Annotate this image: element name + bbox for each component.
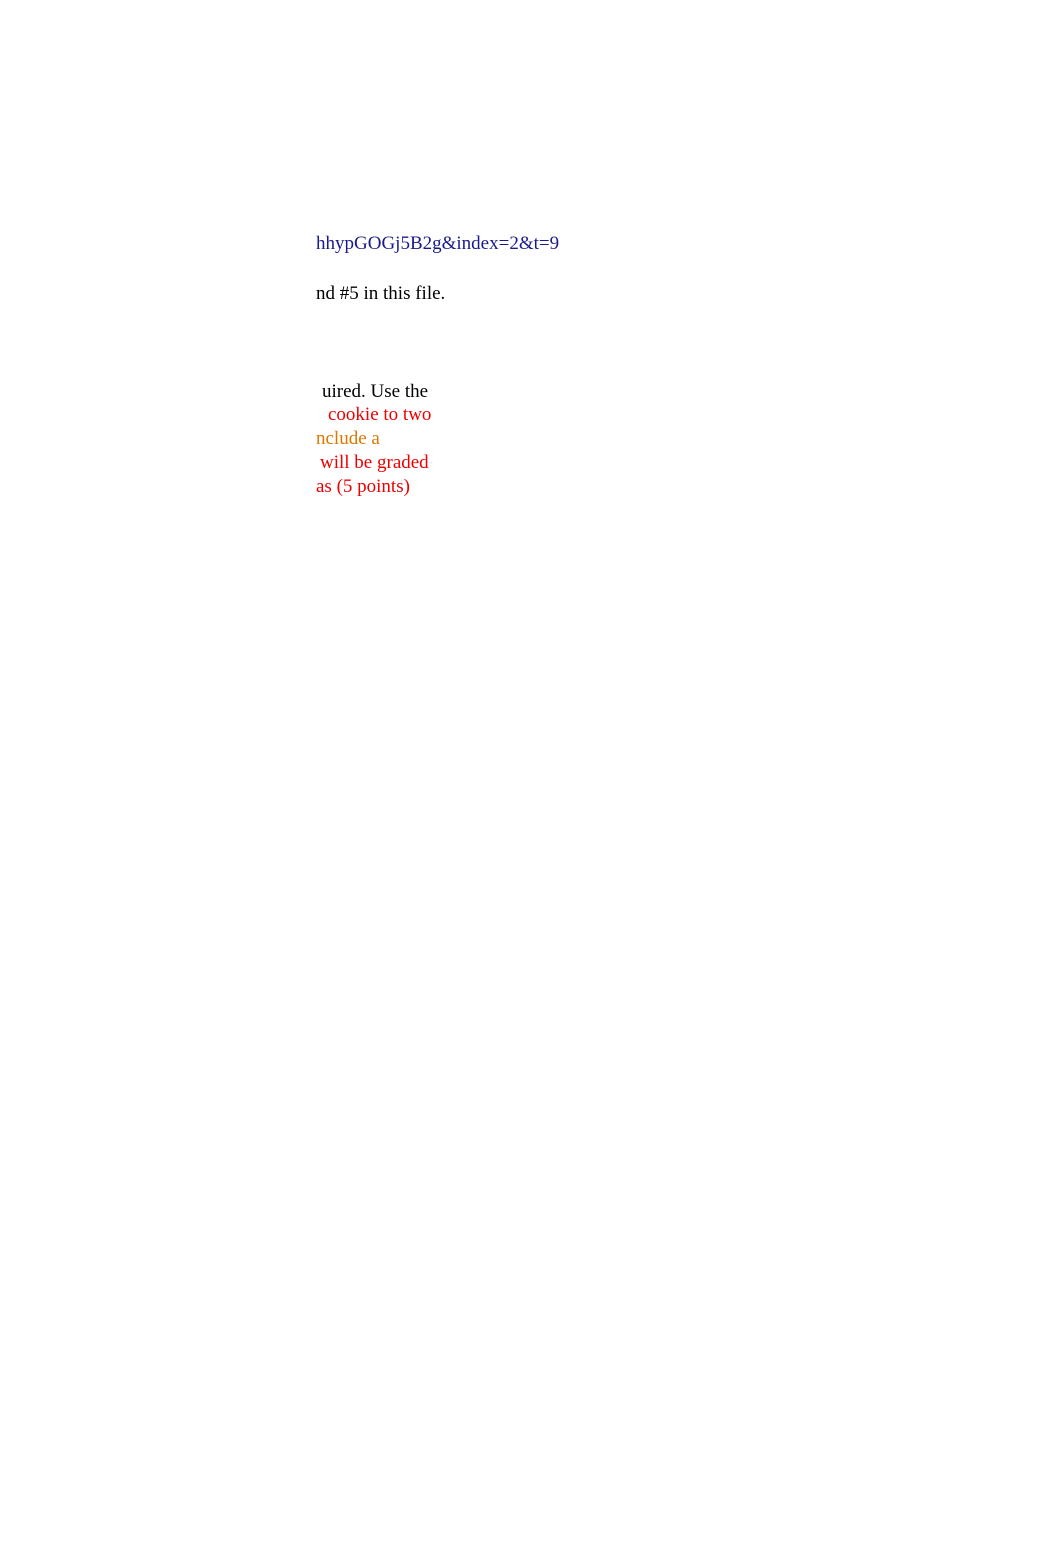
document-content: hhypGOGj5B2g&index=2&t=9 nd #5 in this f… [316, 232, 559, 498]
instruction-line-2: cookie to two [316, 403, 559, 427]
instruction-line-3: nclude a [316, 427, 559, 451]
instruction-block: uired. Use the cookie to two nclude a wi… [316, 380, 559, 499]
file-note-text: nd #5 in this file. [316, 282, 559, 306]
instruction-text: uired. Use the [322, 381, 428, 402]
instruction-line-5: as (5 points) [316, 475, 559, 499]
url-fragment[interactable]: hhypGOGj5B2g&index=2&t=9 [316, 232, 559, 256]
instruction-line-1: uired. Use the [316, 380, 559, 404]
instruction-text-red: as (5 points) [316, 476, 410, 497]
instruction-text-orange: nclude a [316, 428, 380, 449]
instruction-text-red: will be graded [320, 452, 429, 473]
instruction-line-4: will be graded [316, 451, 559, 475]
instruction-text-red: cookie to two [328, 404, 431, 425]
